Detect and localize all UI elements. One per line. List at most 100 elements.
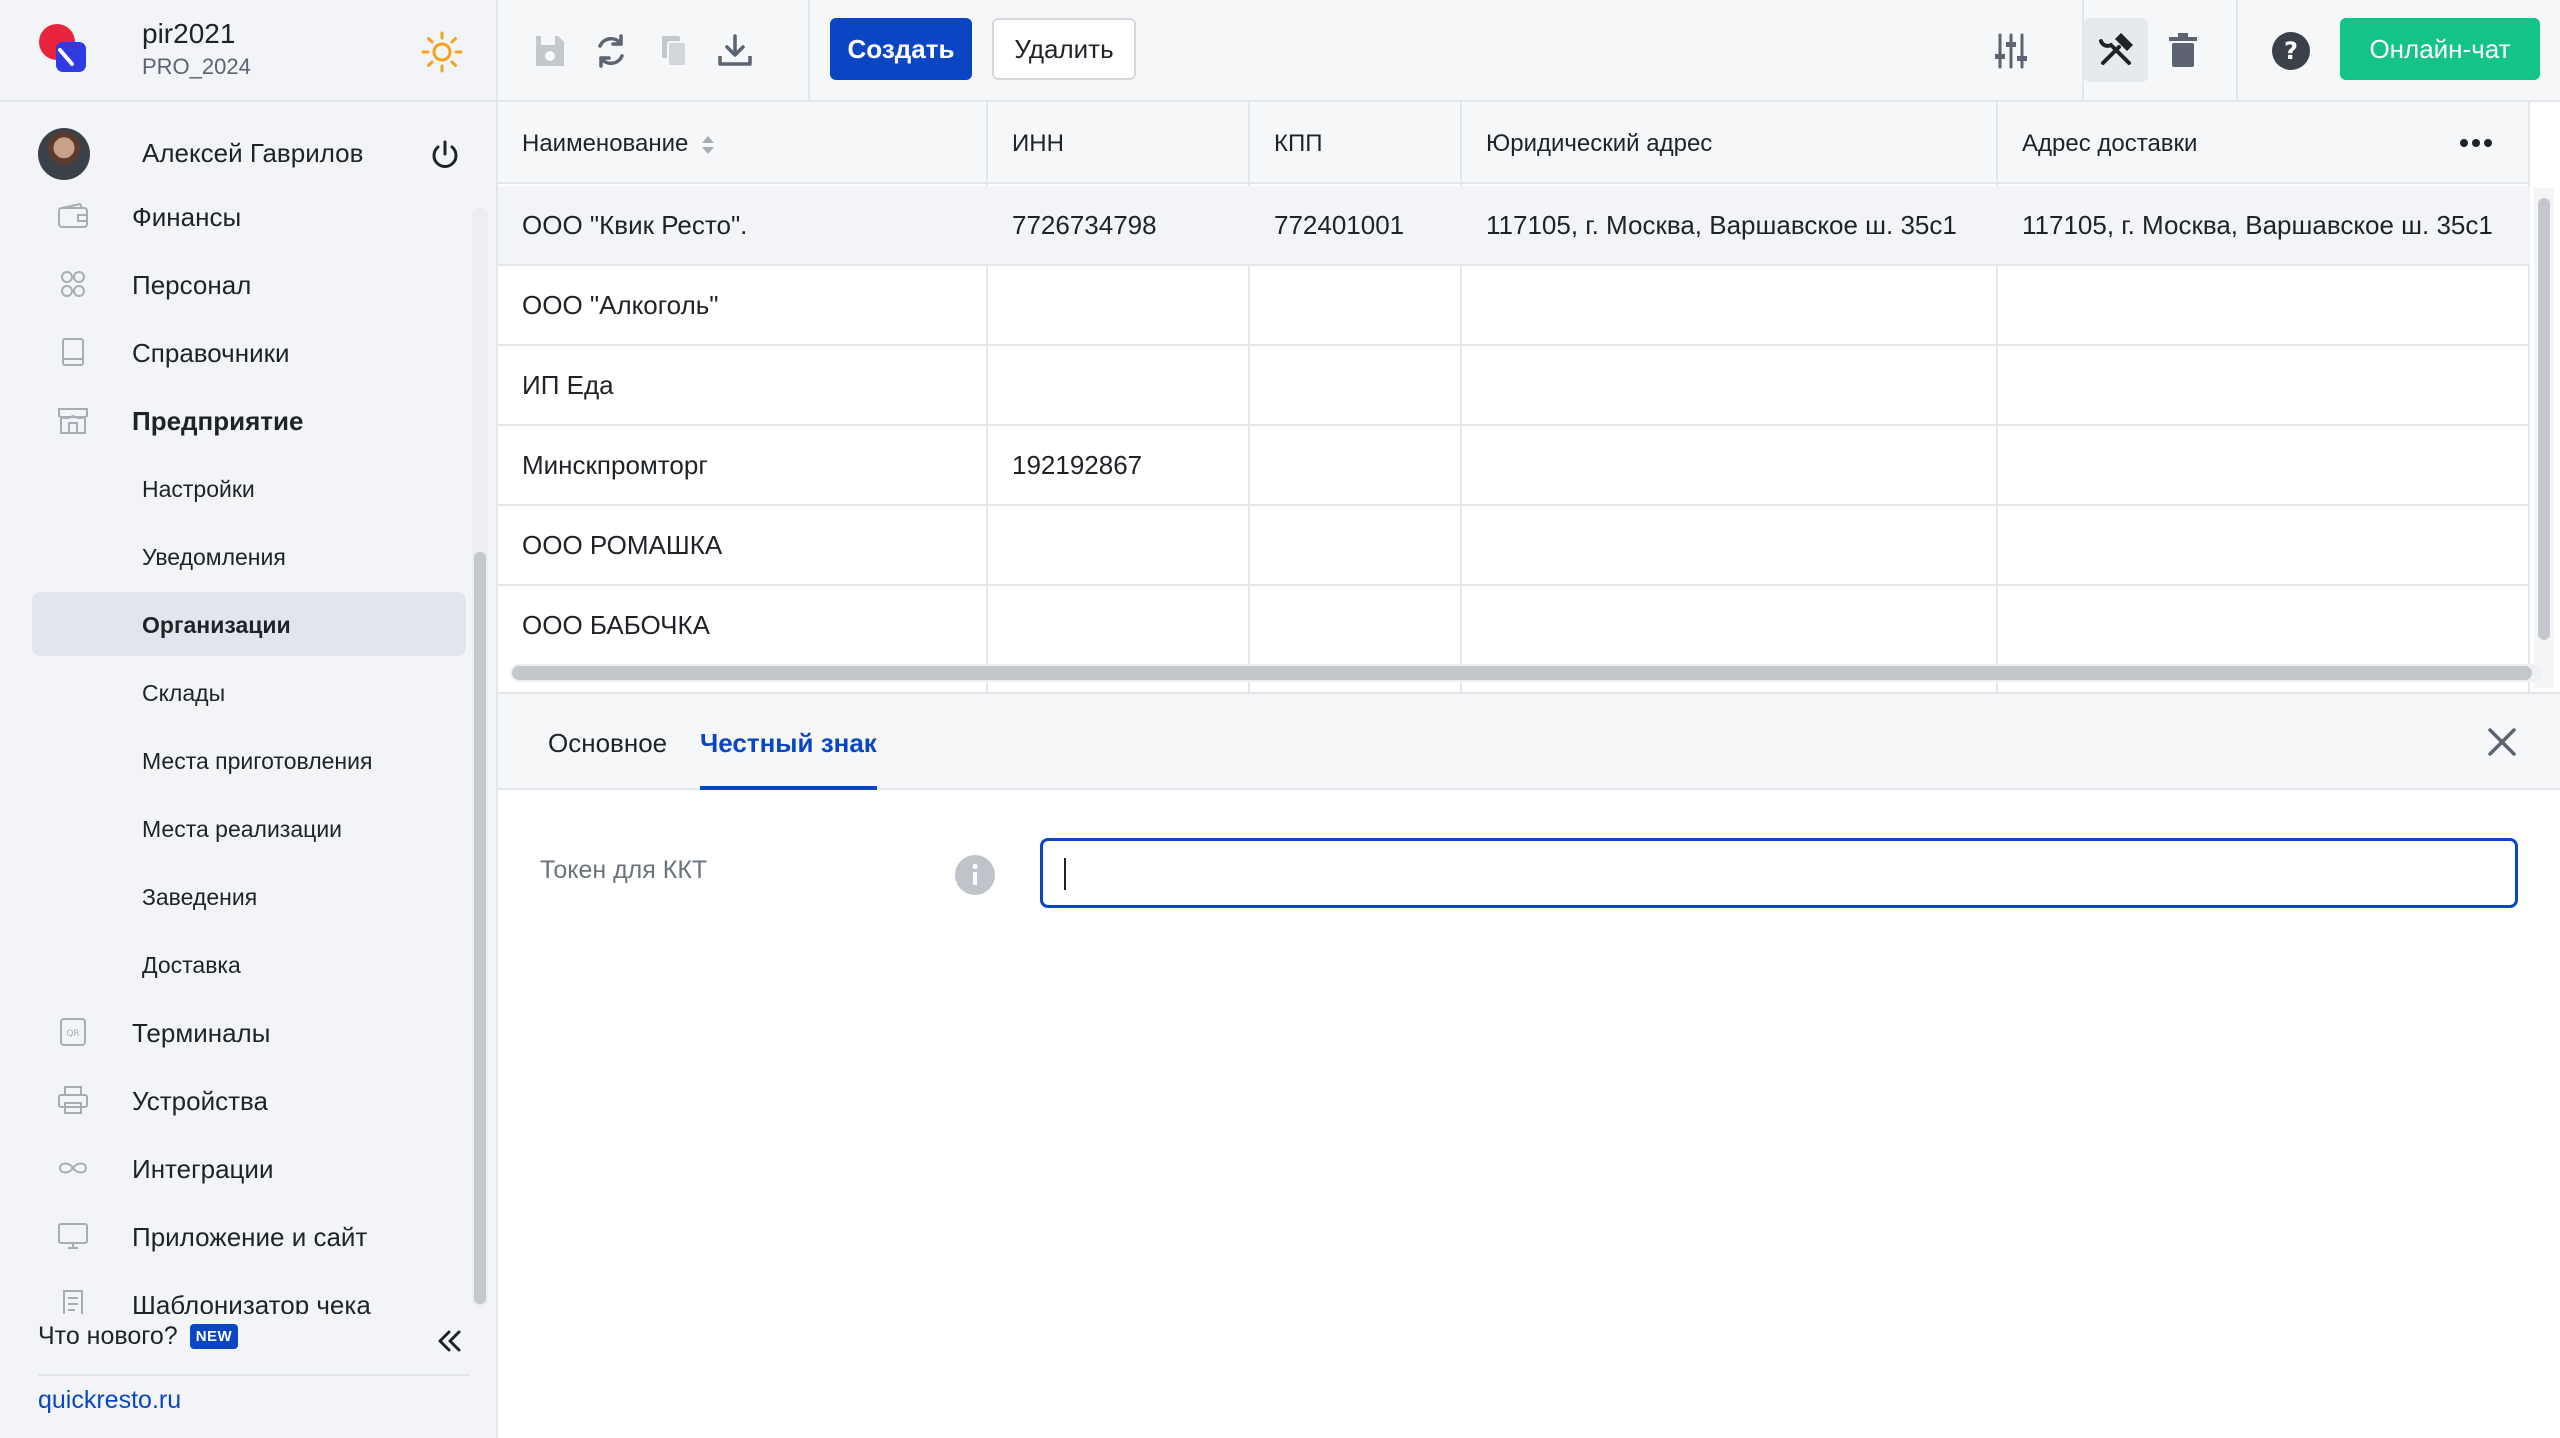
cell-inn: [988, 586, 1248, 666]
cell-name: ООО "Алкоголь": [522, 290, 719, 320]
sidebar-item-enterprise[interactable]: Предприятие: [32, 388, 466, 452]
website-link[interactable]: quickresto.ru: [38, 1386, 181, 1415]
sidebar-nav: Финансы Персонал Справочники Предприятие…: [0, 192, 480, 1314]
account-plan: PRO_2024: [142, 54, 251, 79]
cell-kpp: [1250, 506, 1460, 586]
detail-tabs: Основное Честный знак: [498, 692, 2560, 790]
sidebar-subitem-cooking-places[interactable]: Места приготовления: [32, 728, 466, 792]
tools-icon[interactable]: [2095, 29, 2137, 71]
whats-new-label: Что нового?: [38, 1322, 178, 1350]
sidebar-item-label: Организации: [142, 612, 291, 638]
cell-inn: [988, 506, 1248, 586]
cell-delivery-address: [1998, 426, 2528, 506]
new-badge: NEW: [189, 1324, 239, 1349]
sidebar-item-label: Интеграции: [132, 1154, 274, 1184]
sidebar-subitem-delivery[interactable]: Доставка: [32, 932, 466, 996]
table-horizontal-scrollbar-thumb[interactable]: [512, 666, 2532, 680]
sidebar-item-references[interactable]: Справочники: [32, 320, 466, 384]
sidebar-subitem-venues[interactable]: Заведения: [32, 864, 466, 928]
sidebar-subitem-sales-places[interactable]: Места реализации: [32, 796, 466, 860]
sidebar-subitem-notifications[interactable]: Уведомления: [32, 524, 466, 588]
delete-button[interactable]: Удалить: [992, 18, 1136, 80]
cell-delivery-address: [1998, 506, 2528, 586]
create-button[interactable]: Создать: [830, 18, 972, 80]
sidebar-scrollbar-thumb[interactable]: [474, 552, 486, 1304]
sidebar-item-app-and-site[interactable]: Приложение и сайт: [32, 1204, 466, 1268]
cell-inn: [988, 266, 1248, 346]
sidebar-item-devices[interactable]: Устройства: [32, 1068, 466, 1132]
sidebar-item-label: Склады: [142, 680, 226, 706]
tab-honest-sign[interactable]: Честный знак: [700, 694, 877, 790]
sidebar-item-receipt-templates[interactable]: Шаблонизатор чека: [32, 1272, 466, 1314]
table-row[interactable]: ИП Еда: [498, 346, 2530, 426]
sidebar-item-staff[interactable]: Персонал: [32, 252, 466, 316]
help-icon[interactable]: ?: [2270, 30, 2312, 72]
table-row[interactable]: ООО "Квик Ресто". 7726734798 772401001 1…: [498, 186, 2530, 266]
tab-main[interactable]: Основное: [548, 694, 667, 790]
cell-inn: 192192867: [1012, 450, 1143, 480]
user-row: Алексей Гаврилов: [0, 122, 498, 184]
cell-inn: [988, 346, 1248, 426]
sidebar-item-label: Места приготовления: [142, 748, 373, 774]
sidebar-item-label: Предприятие: [132, 406, 304, 436]
kkt-token-input[interactable]: [1040, 838, 2518, 908]
sidebar: pir2021 PRO_2024 Алексей Гаврилов Финанс…: [0, 0, 498, 1438]
infinity-icon: [58, 1162, 88, 1174]
toolbar-divider: [808, 0, 810, 102]
user-name: Алексей Гаврилов: [142, 138, 364, 168]
sidebar-item-terminals[interactable]: QR Терминалы: [32, 1000, 466, 1064]
text-cursor: [1064, 858, 1066, 890]
account-name: pir2021: [142, 18, 236, 49]
cell-name: ООО БАБОЧКА: [522, 610, 710, 640]
cell-legal-address: [1462, 346, 1996, 426]
table-row[interactable]: ООО БАБОЧКА: [498, 586, 2530, 666]
refresh-icon[interactable]: [590, 30, 632, 72]
table-vertical-scrollbar-thumb[interactable]: [2538, 198, 2550, 640]
sidebar-item-finance[interactable]: Финансы: [32, 192, 466, 248]
receipt-icon: [63, 1290, 83, 1314]
sidebar-item-integrations[interactable]: Интеграции: [32, 1136, 466, 1200]
table-row[interactable]: ООО РОМАШКА: [498, 506, 2530, 586]
cell-legal-address: [1462, 426, 1996, 506]
power-icon[interactable]: [428, 138, 462, 172]
svg-text:?: ?: [2284, 37, 2298, 65]
cell-name: ООО "Квик Ресто".: [522, 210, 748, 240]
cell-kpp: [1250, 586, 1460, 666]
info-icon[interactable]: [954, 854, 996, 896]
whats-new-link[interactable]: Что нового? NEW: [38, 1322, 239, 1362]
people-icon: [61, 271, 85, 297]
table-row[interactable]: ООО "Алкоголь": [498, 266, 2530, 346]
cell-legal-address: 117105, г. Москва, Варшавское ш. 35с1: [1486, 210, 1957, 240]
sidebar-subitem-warehouses[interactable]: Склады: [32, 660, 466, 724]
cell-delivery-address: [1998, 346, 2528, 426]
toolbar-divider: [2236, 0, 2238, 102]
sidebar-item-label: Доставка: [142, 952, 241, 978]
printer-icon: [58, 1086, 88, 1114]
detail-panel: Основное Честный знак Токен для ККТ: [498, 692, 2560, 1438]
cell-name: Минскпромторг: [522, 450, 708, 480]
cell-delivery-address: 117105, г. Москва, Варшавское ш. 35с1: [2022, 210, 2493, 240]
online-chat-button[interactable]: Онлайн-чат: [2340, 18, 2540, 80]
cell-inn: 7726734798: [1012, 210, 1157, 240]
column-settings-icon[interactable]: [1990, 30, 2032, 72]
download-icon[interactable]: [714, 30, 756, 72]
sun-icon[interactable]: [420, 30, 464, 74]
sidebar-subitem-organizations[interactable]: Организации: [32, 592, 466, 656]
sidebar-item-label: Настройки: [142, 476, 255, 502]
sidebar-item-label: Персонал: [132, 270, 252, 300]
save-icon[interactable]: [528, 30, 570, 72]
store-icon: [58, 408, 88, 434]
sidebar-item-label: Приложение и сайт: [132, 1222, 368, 1252]
cell-kpp: 772401001: [1274, 210, 1405, 240]
cell-legal-address: [1462, 506, 1996, 586]
close-icon[interactable]: [2480, 720, 2524, 764]
copy-icon[interactable]: [652, 30, 694, 72]
sidebar-item-label: Шаблонизатор чека: [132, 1290, 371, 1314]
double-chevron-left-icon[interactable]: [432, 1324, 466, 1358]
sidebar-item-label: Финансы: [132, 202, 242, 232]
sidebar-subitem-settings[interactable]: Настройки: [32, 456, 466, 520]
avatar[interactable]: [38, 128, 90, 180]
trash-icon[interactable]: [2162, 30, 2204, 72]
table-row[interactable]: Минскпромторг 192192867: [498, 426, 2530, 506]
cell-kpp: [1250, 266, 1460, 346]
